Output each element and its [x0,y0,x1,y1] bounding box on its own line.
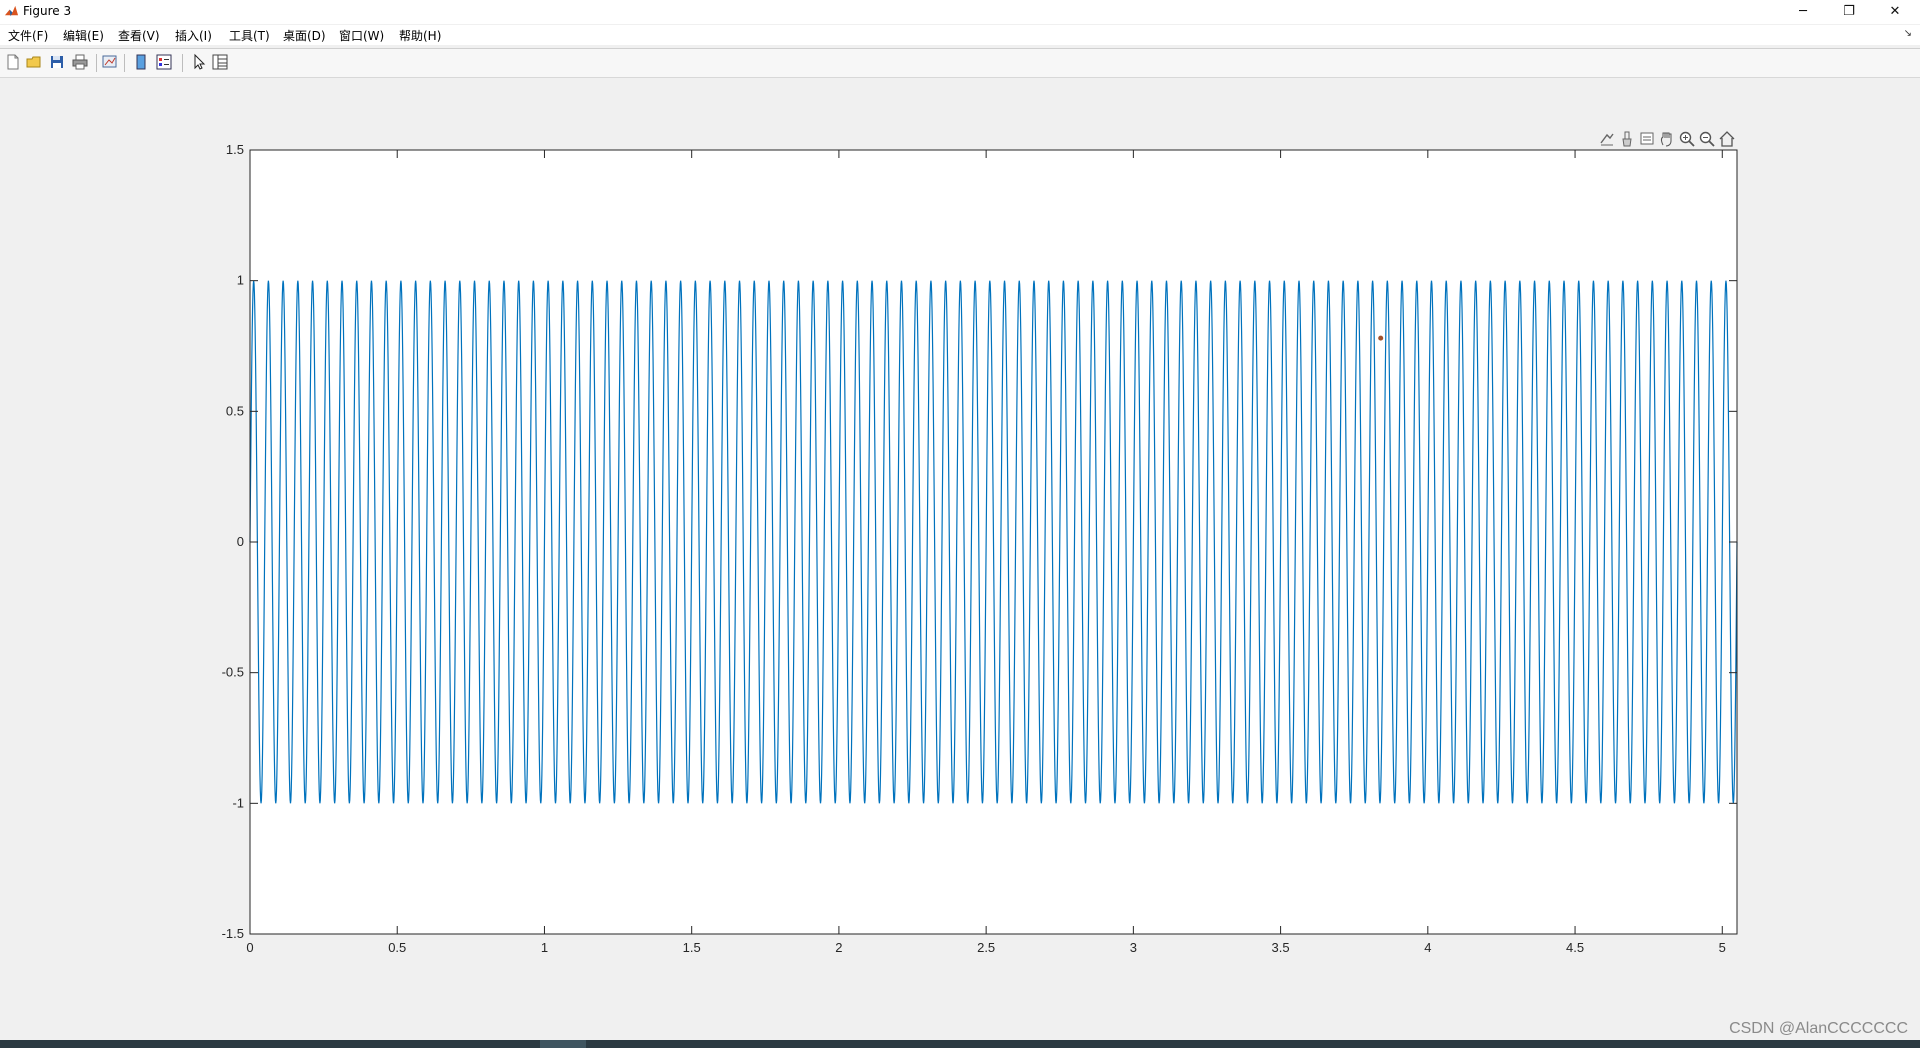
y-tick-label: -1.5 [222,926,244,941]
taskbar-strip [0,1040,1920,1048]
plot-area[interactable]: 0 0.5 1 1.5 2 2.5 3 3.5 4 4.5 5 1.5 1 0.5 0 -0.5 -1 -1.5 [0,0,1920,1048]
y-tick-label: 1 [237,273,244,288]
x-tick-label: 3 [1130,940,1137,955]
x-tick-label: 2.5 [977,940,995,955]
home-icon[interactable] [1718,130,1736,148]
data-cursor-marker[interactable] [1378,335,1384,341]
brush-icon[interactable] [1618,130,1636,148]
y-tick-label: 0.5 [226,403,244,418]
x-tick-label: 0.5 [388,940,406,955]
export-icon[interactable] [1598,130,1616,148]
x-tick-label: 5 [1719,940,1726,955]
zoom-out-icon[interactable] [1698,130,1716,148]
y-tick-label: -0.5 [222,665,244,680]
watermark-text: CSDN @AlanCCCCCCC [1729,1020,1908,1037]
x-tick-label: 4 [1424,940,1431,955]
data-tips-icon[interactable] [1638,130,1656,148]
x-tick-label: 4.5 [1566,940,1584,955]
taskbar-active-segment [540,1040,586,1048]
x-tick-label: 0 [246,940,253,955]
axes-toolbar [1598,130,1740,148]
y-tick-label: -1 [232,795,244,810]
y-tick-label: 1.5 [226,142,244,157]
x-tick-label: 3.5 [1272,940,1290,955]
x-tick-label: 1 [541,940,548,955]
x-tick-label: 1.5 [683,940,701,955]
y-tick-label: 0 [237,534,244,549]
zoom-in-icon[interactable] [1678,130,1696,148]
pan-icon[interactable] [1658,130,1676,148]
x-tick-label: 2 [835,940,842,955]
